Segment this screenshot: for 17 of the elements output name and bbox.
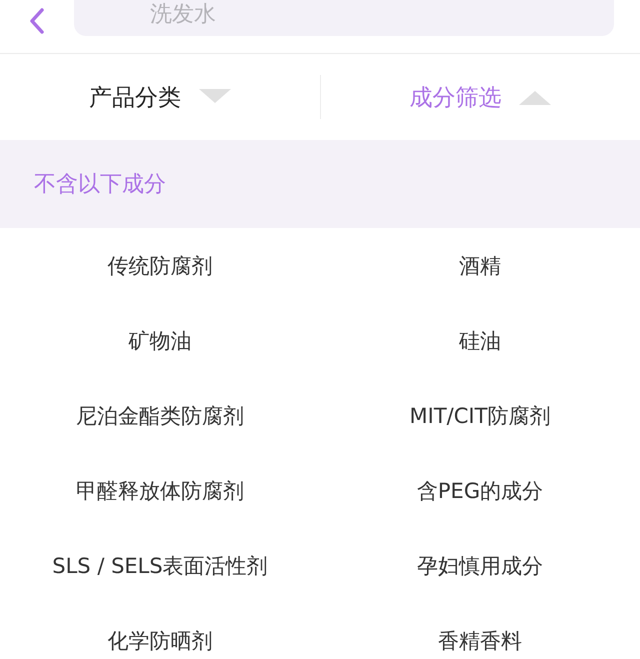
ingredient-option[interactable]: 含PEG的成分 — [416, 476, 544, 504]
caret-up-icon — [519, 89, 552, 105]
ingredient-option[interactable]: SLS / SELS表面活性剂 — [52, 552, 268, 580]
section-title: 不含以下成分 — [34, 171, 166, 199]
search-field[interactable]: 洗发水 — [74, 0, 614, 36]
ingredient-option[interactable]: 孕妇慎用成分 — [417, 552, 543, 580]
ingredient-option[interactable]: 矿物油 — [128, 326, 192, 354]
ingredient-option[interactable]: 化学防晒剂 — [108, 626, 212, 654]
ingredient-option[interactable]: 酒精 — [459, 252, 501, 280]
ingredient-option[interactable]: 香精香料 — [438, 626, 522, 654]
ingredient-option[interactable]: 硅油 — [459, 326, 501, 354]
caret-down-icon — [198, 89, 231, 105]
ingredient-option[interactable]: MIT/CIT防腐剂 — [410, 402, 550, 430]
filter-tab[interactable]: 产品分类 — [88, 75, 181, 119]
ingredient-option[interactable]: 传统防腐剂 — [108, 252, 212, 280]
ingredient-option[interactable]: 尼泊金酯类防腐剂 — [76, 402, 244, 430]
ingredient-option[interactable]: 甲醛释放体防腐剂 — [76, 476, 244, 504]
